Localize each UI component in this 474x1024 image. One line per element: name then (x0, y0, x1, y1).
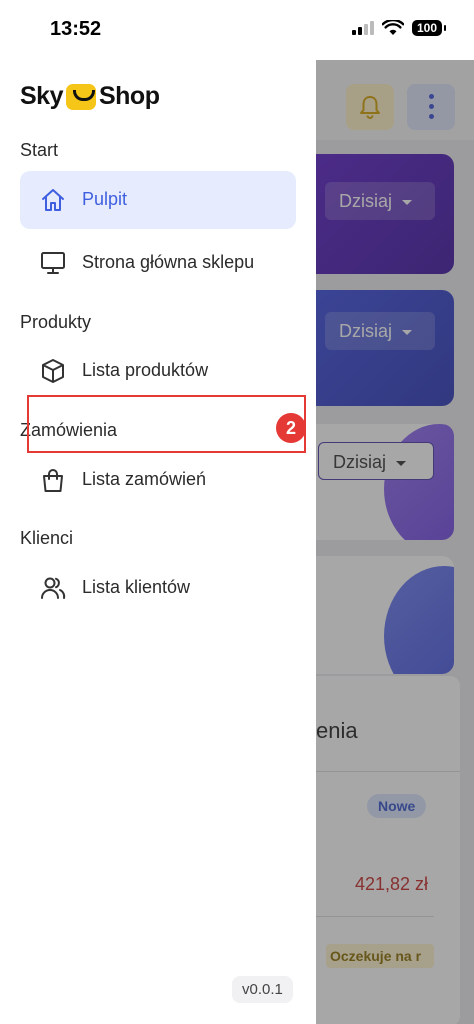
nav-item-pulpit[interactable]: Pulpit (20, 171, 296, 229)
nav-item-label: Lista produktów (82, 360, 209, 380)
nav-item-label: Lista zamówień (82, 469, 207, 489)
signal-icon (351, 21, 374, 35)
status-bar: 13:52 100 (0, 0, 474, 60)
box-icon (42, 359, 64, 383)
skyshop-logo: Sky Shop (20, 82, 160, 110)
navigation-drawer: Sky Shop Start Pulpit Strona główna sklep… (0, 56, 316, 1024)
wifi-icon (381, 20, 404, 35)
nav-item-store-home[interactable]: Strona główna sklepu (20, 234, 296, 292)
app-version: v0.0.1 (232, 976, 293, 1003)
section-label-start: Start (20, 140, 59, 160)
shopping-bag-icon (43, 469, 63, 492)
home-icon (42, 189, 64, 211)
nav-item-label: Lista klientów (82, 577, 191, 597)
nav-item-client-list[interactable]: Lista klientów (20, 559, 296, 617)
tutorial-highlight-box (27, 395, 306, 453)
nav-item-order-list[interactable]: Lista zamówień (20, 451, 296, 509)
nav-item-label: Strona główna sklepu (82, 252, 255, 272)
monitor-icon (41, 252, 65, 274)
smile-logo-icon (65, 83, 96, 110)
nav-item-product-list[interactable]: Lista produktów (20, 342, 296, 400)
tutorial-step-badge: 2 (276, 413, 306, 443)
status-time: 13:52 (50, 18, 102, 40)
section-label-clients: Klienci (20, 528, 74, 548)
status-icons: 100 (351, 20, 447, 36)
section-label-products: Produkty (20, 312, 92, 332)
users-icon (41, 577, 66, 599)
nav-item-label: Pulpit (82, 189, 128, 209)
battery-indicator: 100 (411, 20, 447, 36)
